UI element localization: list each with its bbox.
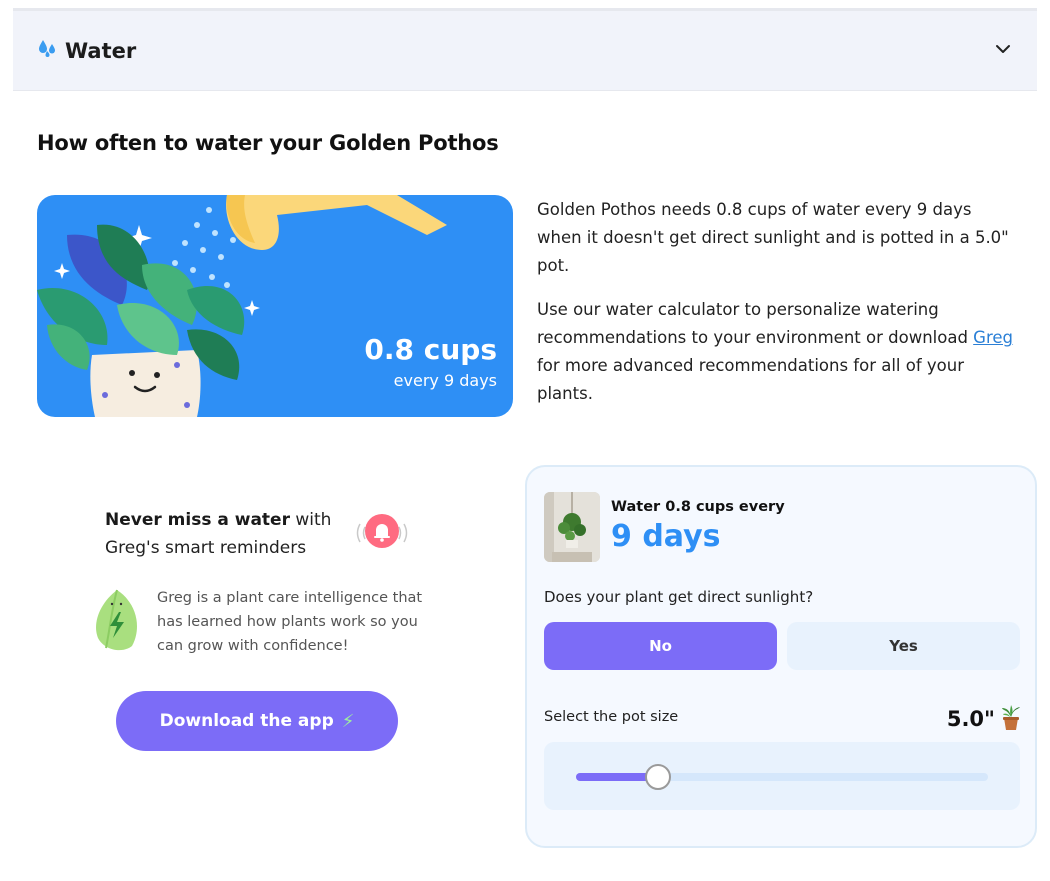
potted-plant-icon — [1002, 705, 1020, 730]
water-drops-icon — [37, 38, 59, 63]
greg-link[interactable]: Greg — [973, 328, 1013, 347]
watering-description: Golden Pothos needs 0.8 cups of water ev… — [537, 196, 1017, 424]
sunlight-toggle: No Yes — [544, 622, 1020, 670]
promo-title: Never miss a water with Greg's smart rem… — [105, 506, 355, 562]
chevron-down-icon[interactable] — [993, 39, 1013, 59]
bell-icon — [356, 514, 408, 548]
sunlight-question: Does your plant get direct sunlight? — [544, 588, 814, 606]
description-p2-start: Use our water calculator to personalize … — [537, 300, 974, 347]
accordion-title: Water — [65, 38, 137, 63]
hero-water-amount: 0.8 cups — [364, 333, 497, 366]
sunlight-yes-button[interactable]: Yes — [787, 622, 1020, 670]
promo-title-bold: Never miss a water — [105, 510, 290, 530]
pot-size-label: Select the pot size — [544, 709, 679, 725]
watering-hero-card: 0.8 cups every 9 days — [37, 195, 513, 417]
pot-size-slider-handle[interactable] — [645, 764, 672, 790]
sunlight-no-button[interactable]: No — [544, 622, 777, 670]
water-calculator: Water 0.8 cups every 9 days Does your pl… — [525, 465, 1037, 848]
water-days: 9 days — [611, 519, 721, 554]
section-title: How often to water your Golden Pothos — [37, 131, 499, 155]
water-summary-line: Water 0.8 cups every — [611, 499, 785, 515]
plant-thumbnail — [544, 492, 600, 562]
download-app-label: Download the app — [159, 711, 334, 731]
pot-size-slider-box — [544, 742, 1020, 810]
water-accordion-header[interactable]: Water — [13, 8, 1037, 91]
pot-size-slider-track[interactable] — [576, 764, 988, 790]
description-paragraph-2: Use our water calculator to personalize … — [537, 296, 1017, 408]
description-p2-end: for more advanced recommendations for al… — [537, 356, 965, 403]
download-app-button[interactable]: Download the app ⚡ — [116, 691, 398, 751]
description-paragraph-1: Golden Pothos needs 0.8 cups of water ev… — [537, 200, 1009, 275]
greg-leaf-mascot-icon — [96, 589, 137, 651]
pot-size-value: 5.0" — [946, 707, 995, 731]
lightning-icon: ⚡ — [341, 710, 355, 732]
hero-water-frequency: every 9 days — [393, 371, 497, 390]
promo-body: Greg is a plant care intelligence that h… — [157, 590, 423, 654]
